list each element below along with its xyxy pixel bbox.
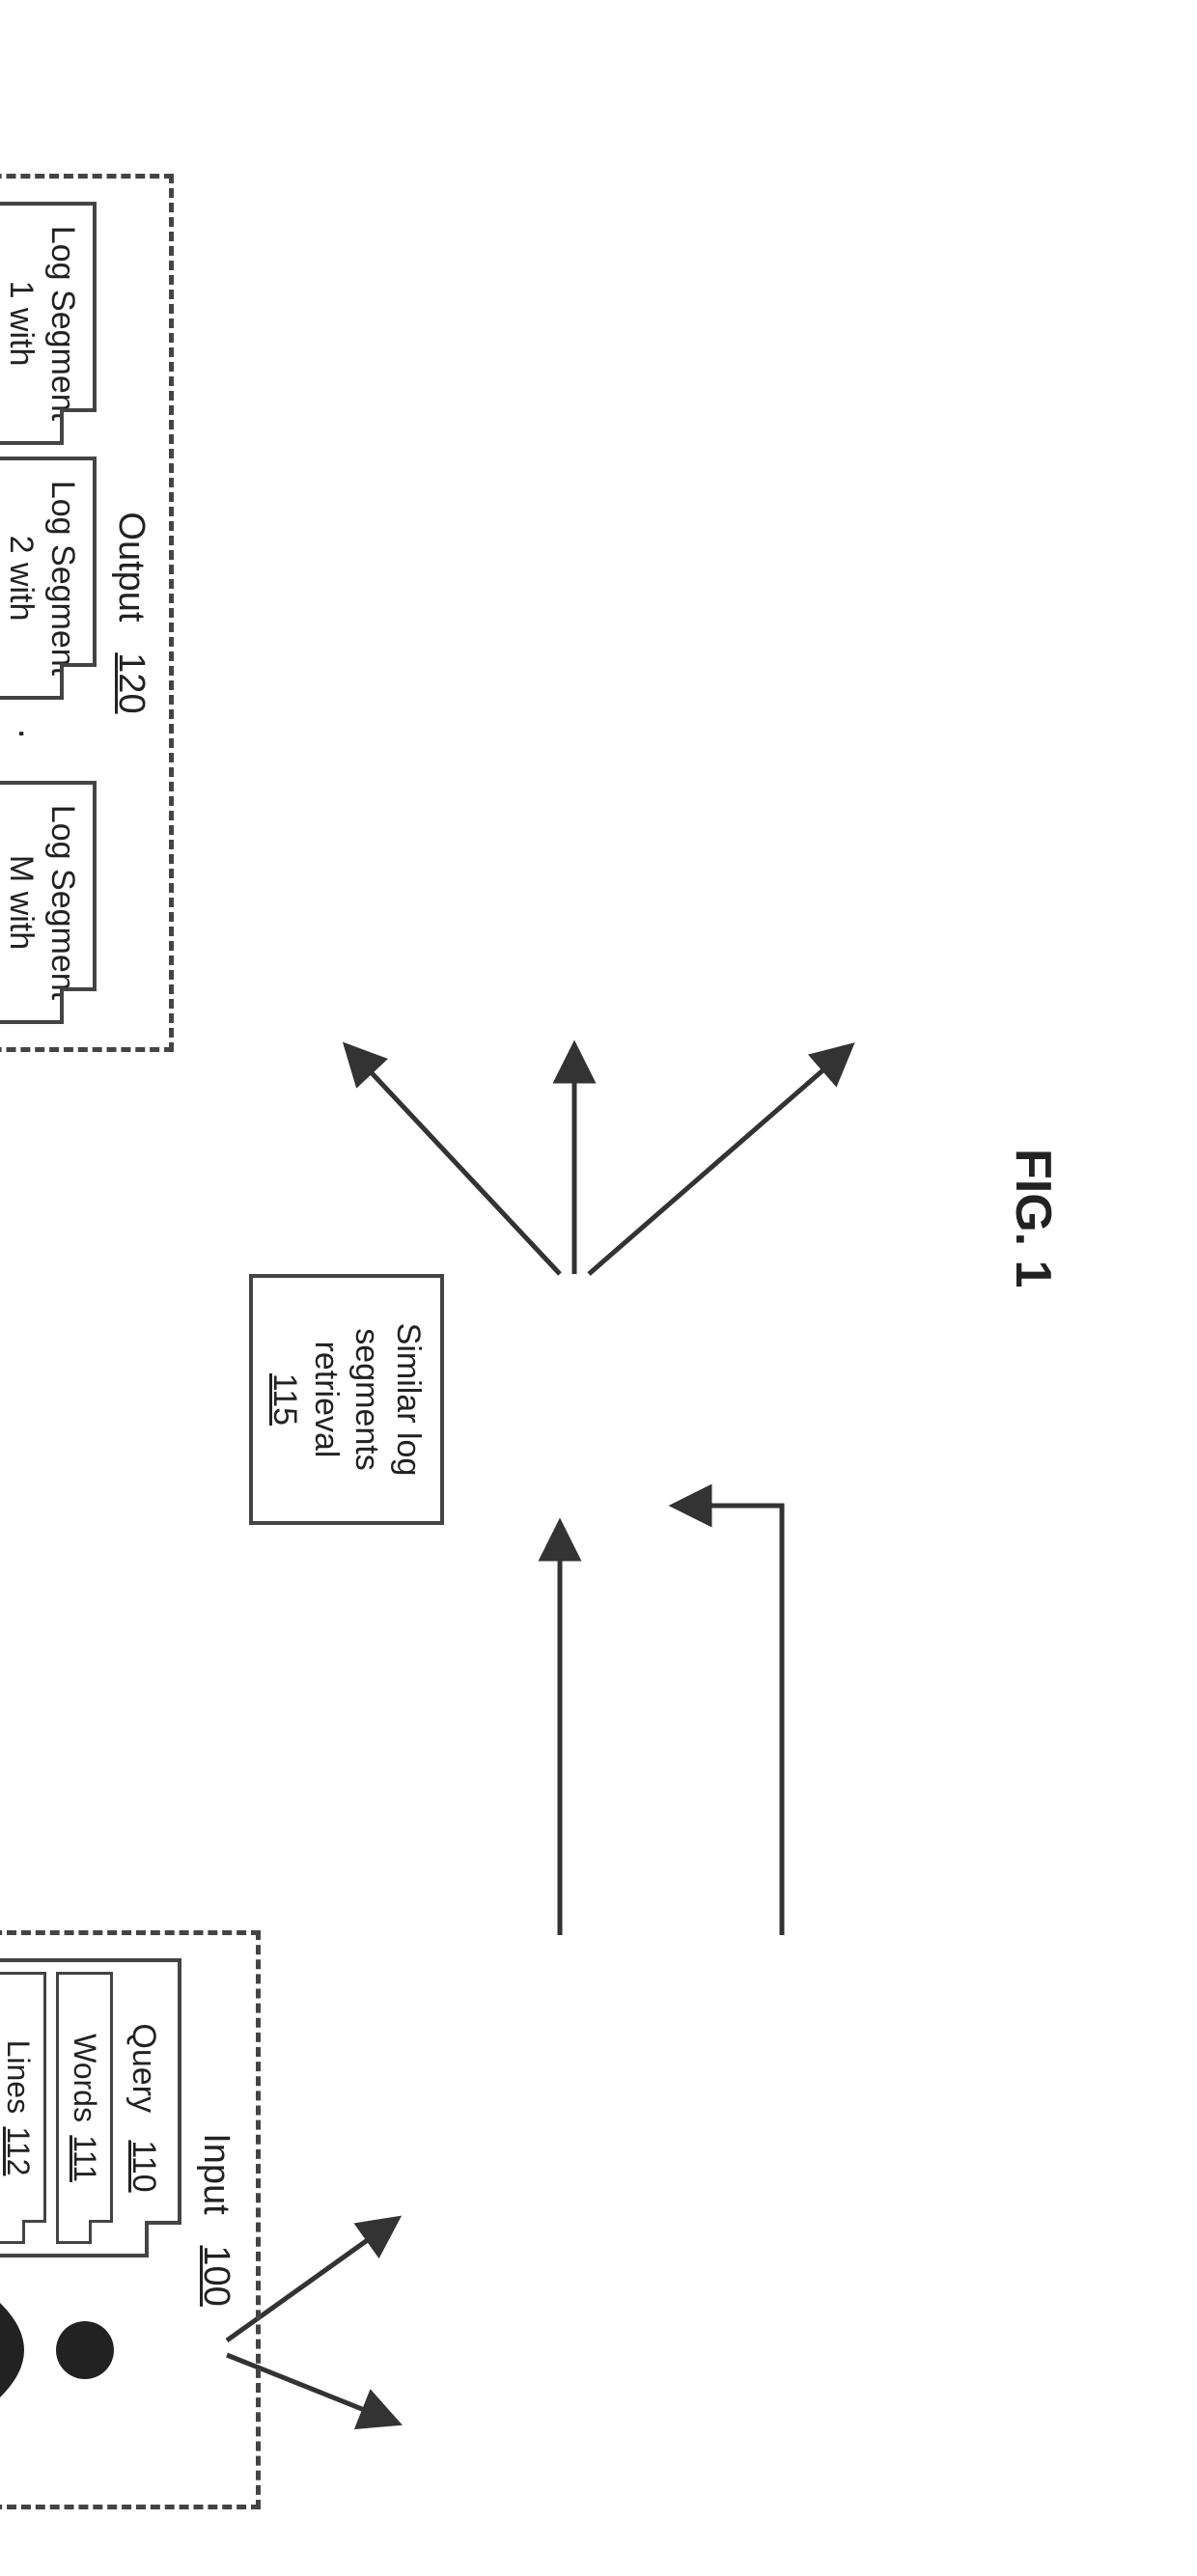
output-title: Output 120 — [110, 202, 152, 1024]
fold-icon — [23, 2220, 47, 2244]
seg-line1: Log Segment 1 with — [1, 215, 83, 431]
fold-icon — [60, 987, 97, 1024]
seg-line2: [N lines, time, similarity score] — [0, 215, 1, 431]
ellipsis: . . . — [0, 711, 53, 769]
query-item-words: Words 111 — [57, 1972, 114, 2244]
seg-line2: [N lines, time, similarity score] — [0, 470, 1, 686]
query-item-ref: 111 — [69, 2135, 103, 2182]
retrieval-ref: 115 — [264, 1288, 306, 1511]
seg-line1: Log Segment 2 with — [1, 470, 83, 686]
seg-line2: [N lines, time, similarity score] — [0, 794, 1, 1011]
output-segment-m: Log Segment M with [N lines, time, simil… — [0, 781, 97, 1024]
figure-1-canvas: FIG. 1 Input 100 Query 110 W — [39, 39, 1158, 2509]
retrieval-box: Similar log segments retrieval 115 — [249, 1274, 444, 1525]
query-item-ref: 112 — [2, 2126, 37, 2175]
fold-icon — [90, 2220, 114, 2244]
input-title-text: Input — [196, 2133, 237, 2215]
query-box: Query 110 Words 111 Lines 112 Paragraphs — [0, 1958, 181, 2257]
query-title: Query 110 — [124, 1972, 165, 2244]
retrieval-line1: Similar log segments — [347, 1288, 429, 1511]
query-title-ref: 110 — [125, 2140, 162, 2192]
figure-label: FIG. 1 — [1004, 1149, 1062, 1438]
retrieval-box-wrap: Similar log segments retrieval 115 — [249, 1274, 444, 1525]
input-title: Input 100 — [195, 1958, 237, 2481]
query-title-text: Query — [125, 2023, 162, 2113]
output-title-ref: 120 — [111, 652, 152, 713]
output-group: Output 120 Log Segment 1 with [N lines, … — [0, 174, 174, 1052]
retrieval-line2: retrieval — [306, 1288, 348, 1511]
fold-icon — [145, 2221, 181, 2257]
output-segment-1: Log Segment 1 with [N lines, time, simil… — [0, 202, 97, 445]
query-item-lines: Lines 112 — [0, 1972, 47, 2244]
fold-icon — [60, 408, 97, 445]
seg-line1: Log Segment M with — [1, 794, 83, 1011]
query-item-label: Words — [69, 2034, 103, 2122]
output-title-text: Output — [111, 512, 152, 622]
query-item-label: Lines — [2, 2040, 37, 2115]
input-title-ref: 100 — [196, 2245, 237, 2306]
input-group: Input 100 Query 110 Words 111 Lines — [0, 1930, 261, 2509]
output-segment-2: Log Segment 2 with [N lines, time, simil… — [0, 457, 97, 700]
fold-icon — [60, 663, 97, 700]
